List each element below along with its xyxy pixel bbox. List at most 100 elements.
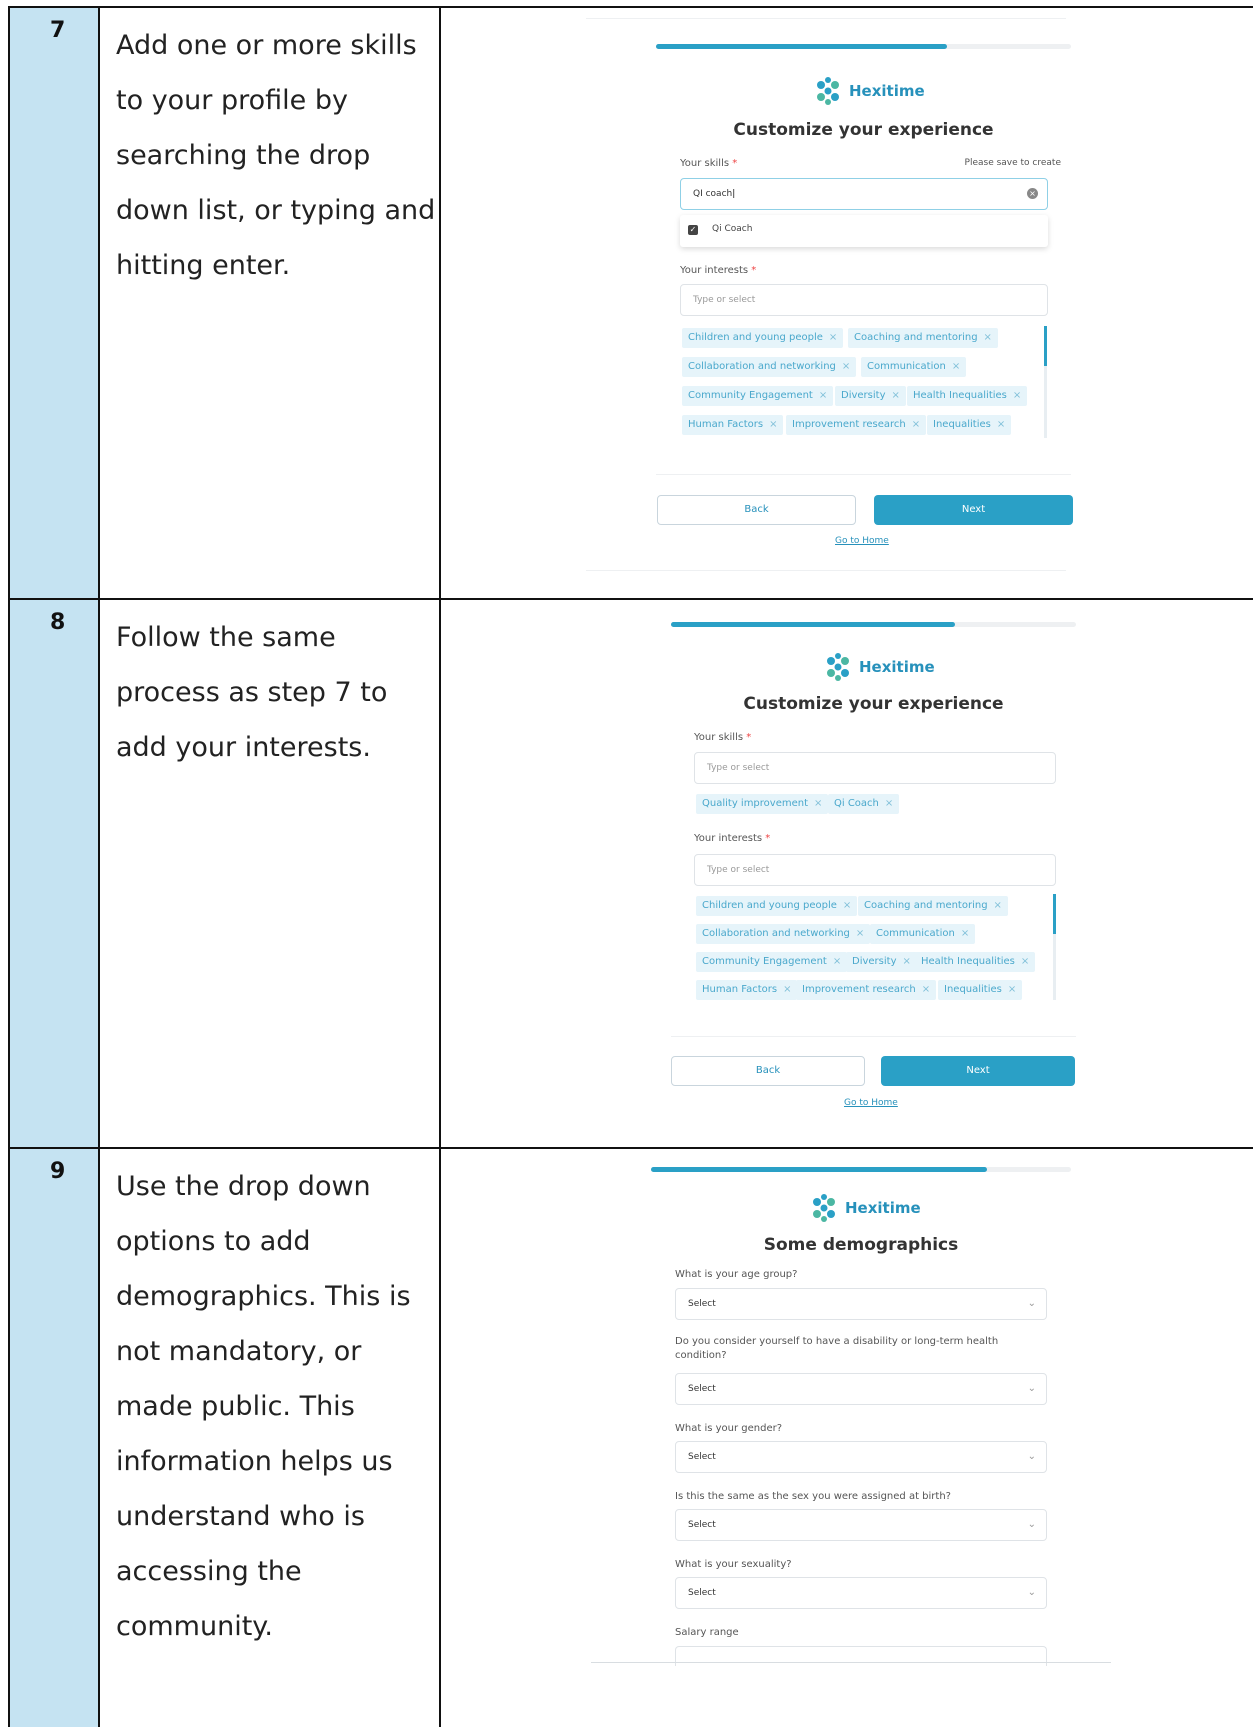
- screenshot-customize-skills: Hexitime Customize your experience Your …: [441, 8, 1253, 602]
- hexitime-logo: Hexitime: [813, 76, 925, 106]
- interest-chip[interactable]: Communication ×: [870, 924, 976, 944]
- disability-question: Do you consider yourself to have a disab…: [675, 1336, 999, 1361]
- remove-chip-icon[interactable]: ×: [819, 390, 827, 401]
- remove-chip-icon[interactable]: ×: [833, 956, 841, 967]
- remove-chip-icon[interactable]: ×: [1021, 956, 1029, 967]
- checkbox-icon[interactable]: ✓: [688, 225, 698, 235]
- interest-chip[interactable]: Community Engagement ×: [696, 952, 848, 972]
- step-description: Use the drop down options to add demogra…: [116, 1171, 411, 1642]
- remove-chip-icon[interactable]: ×: [783, 984, 791, 995]
- remove-chip-icon[interactable]: ×: [769, 419, 777, 430]
- interest-chip[interactable]: Children and young people ×: [696, 896, 858, 916]
- skill-chip[interactable]: Quality improvement ×: [696, 794, 829, 814]
- interest-chip[interactable]: Improvement research ×: [786, 415, 927, 435]
- interest-chip[interactable]: Health Inequalities ×: [915, 952, 1036, 972]
- remove-chip-icon[interactable]: ×: [1013, 390, 1021, 401]
- interests-input[interactable]: Type or select: [680, 284, 1048, 316]
- instruction-table: 7 Add one or more skills to your profile…: [0, 0, 1253, 1727]
- go-to-home-link[interactable]: Go to Home: [844, 1098, 898, 1108]
- interest-chip[interactable]: Improvement research ×: [796, 980, 937, 1000]
- next-button[interactable]: Next: [874, 495, 1073, 525]
- back-button[interactable]: Back: [657, 495, 856, 525]
- remove-chip-icon[interactable]: ×: [892, 390, 900, 401]
- step-description: Follow the same process as step 7 to add…: [116, 622, 388, 763]
- scrollbar-thumb[interactable]: [1044, 326, 1047, 366]
- step-number: 7: [50, 18, 66, 43]
- sexuality-select[interactable]: Select ⌄: [675, 1577, 1047, 1609]
- interest-chip[interactable]: Inequalities ×: [927, 415, 1012, 435]
- interest-chip[interactable]: Community Engagement ×: [682, 386, 834, 406]
- chevron-down-icon: ⌄: [1027, 1587, 1036, 1598]
- dropdown-option[interactable]: Qi Coach: [712, 224, 752, 234]
- step-screenshot-cell: Hexitime Customize your experience Your …: [441, 598, 1253, 1149]
- interest-chip[interactable]: Collaboration and networking ×: [696, 924, 871, 944]
- remove-chip-icon[interactable]: ×: [997, 419, 1005, 430]
- progress-bar-fill: [656, 44, 947, 49]
- step-number-cell: 9: [8, 1147, 100, 1727]
- skill-chip[interactable]: Qi Coach ×: [828, 794, 900, 814]
- interest-chip[interactable]: Diversity ×: [846, 952, 917, 972]
- remove-chip-icon[interactable]: ×: [814, 798, 822, 809]
- disability-select[interactable]: Select ⌄: [675, 1373, 1047, 1405]
- chevron-down-icon: ⌄: [1027, 1519, 1036, 1530]
- interest-chip[interactable]: Health Inequalities ×: [907, 386, 1028, 406]
- step-number: 9: [50, 1159, 66, 1184]
- back-button[interactable]: Back: [671, 1056, 865, 1086]
- clear-icon[interactable]: ×: [1027, 188, 1038, 199]
- chips-scrollbar[interactable]: [1044, 326, 1047, 438]
- page-heading: Customize your experience: [733, 120, 994, 140]
- skills-input[interactable]: Type or select: [694, 752, 1056, 784]
- brand-name: Hexitime: [849, 82, 925, 100]
- brand-name: Hexitime: [845, 1199, 921, 1217]
- skills-label: Your skills *: [680, 158, 738, 169]
- next-button[interactable]: Next: [881, 1056, 1075, 1086]
- step-description-cell: Follow the same process as step 7 to add…: [100, 598, 441, 1149]
- remove-chip-icon[interactable]: ×: [961, 928, 969, 939]
- remove-chip-icon[interactable]: ×: [994, 900, 1002, 911]
- step-number-cell: 8: [8, 598, 100, 1149]
- remove-chip-icon[interactable]: ×: [1008, 984, 1016, 995]
- remove-chip-icon[interactable]: ×: [829, 332, 837, 343]
- page-heading: Customize your experience: [743, 694, 1004, 714]
- skills-input[interactable]: QI coach| ×: [680, 178, 1048, 210]
- salary-label: Salary range: [675, 1627, 739, 1638]
- interest-chip[interactable]: Human Factors ×: [696, 980, 798, 1000]
- interest-chip[interactable]: Children and young people ×: [682, 328, 844, 348]
- step-number: 8: [50, 610, 66, 635]
- remove-chip-icon[interactable]: ×: [842, 361, 850, 372]
- remove-chip-icon[interactable]: ×: [843, 900, 851, 911]
- interest-chip[interactable]: Coaching and mentoring ×: [848, 328, 998, 348]
- bottom-divider: [586, 570, 1066, 571]
- interest-chip[interactable]: Inequalities ×: [938, 980, 1023, 1000]
- divider: [656, 474, 1071, 475]
- screenshot-demographics: Hexitime Some demographics What is your …: [441, 1149, 1253, 1723]
- chevron-down-icon: ⌄: [1027, 1451, 1036, 1462]
- interests-label: Your interests *: [680, 265, 757, 276]
- table-row: 8 Follow the same process as step 7 to a…: [0, 598, 1253, 1149]
- interest-chip[interactable]: Collaboration and networking ×: [682, 357, 857, 377]
- remove-chip-icon[interactable]: ×: [984, 332, 992, 343]
- go-to-home-link[interactable]: Go to Home: [835, 536, 889, 546]
- remove-chip-icon[interactable]: ×: [856, 928, 864, 939]
- screenshot-customize-interests: Hexitime Customize your experience Your …: [441, 598, 1253, 1149]
- remove-chip-icon[interactable]: ×: [922, 984, 930, 995]
- sexuality-question: What is your sexuality?: [675, 1559, 792, 1570]
- interests-input[interactable]: Type or select: [694, 854, 1056, 886]
- remove-chip-icon[interactable]: ×: [952, 361, 960, 372]
- divider: [671, 1036, 1076, 1037]
- remove-chip-icon[interactable]: ×: [903, 956, 911, 967]
- interest-chip[interactable]: Diversity ×: [835, 386, 906, 406]
- interest-chip[interactable]: Communication ×: [861, 357, 967, 377]
- interest-chip[interactable]: Human Factors ×: [682, 415, 784, 435]
- age-select[interactable]: Select ⌄: [675, 1288, 1047, 1320]
- chips-scrollbar[interactable]: [1053, 894, 1056, 1000]
- scrollbar-thumb[interactable]: [1053, 894, 1056, 934]
- gender-select[interactable]: Select ⌄: [675, 1441, 1047, 1473]
- sex-at-birth-select[interactable]: Select ⌄: [675, 1509, 1047, 1541]
- salary-select[interactable]: [675, 1646, 1047, 1666]
- remove-chip-icon[interactable]: ×: [912, 419, 920, 430]
- interest-chip[interactable]: Coaching and mentoring ×: [858, 896, 1008, 916]
- age-question: What is your age group?: [675, 1269, 798, 1280]
- step-description: Add one or more skills to your profile b…: [116, 30, 436, 281]
- remove-chip-icon[interactable]: ×: [885, 798, 893, 809]
